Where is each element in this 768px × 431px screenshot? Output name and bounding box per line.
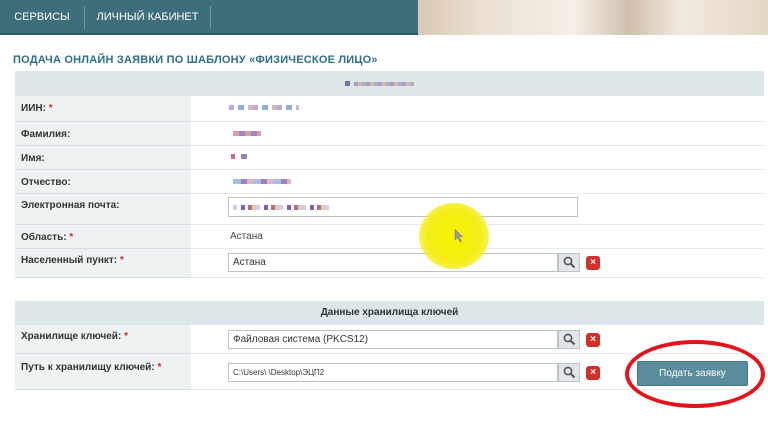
first-name-label-cell: Имя: bbox=[15, 146, 191, 170]
masked-value bbox=[233, 131, 261, 136]
first-name-value bbox=[191, 146, 764, 170]
close-icon: × bbox=[590, 367, 596, 378]
first-name-label: Имя: bbox=[21, 153, 45, 164]
masked-text bbox=[345, 81, 350, 86]
region-row: Область: * Астана bbox=[15, 225, 764, 249]
masked-text bbox=[354, 82, 414, 86]
iin-value bbox=[191, 96, 764, 122]
region-value: Астана bbox=[230, 231, 263, 242]
page-title: ПОДАЧА ОНЛАЙН ЗАЯВКИ ПО ШАБЛОНУ «ФИЗИЧЕС… bbox=[13, 54, 378, 66]
patronymic-label: Отчество: bbox=[21, 177, 71, 188]
patronymic-label-cell: Отчество: bbox=[15, 170, 191, 194]
surname-row: Фамилия: bbox=[15, 122, 764, 146]
text-cursor-icon bbox=[454, 229, 463, 243]
close-icon: × bbox=[590, 334, 596, 345]
surname-label: Фамилия: bbox=[21, 129, 71, 140]
masked-value bbox=[231, 154, 247, 159]
first-name-row: Имя: bbox=[15, 146, 764, 170]
nav-personal-cabinet[interactable]: ЛИЧНЫЙ КАБИНЕТ bbox=[85, 0, 210, 35]
search-icon bbox=[563, 366, 576, 379]
keystore-path-clear-button[interactable]: × bbox=[586, 366, 600, 380]
header-banner-image bbox=[418, 0, 768, 35]
patronymic-row: Отчество: bbox=[15, 170, 764, 194]
keystore-header: Данные хранилища ключей bbox=[15, 301, 764, 325]
keystore-type-label-cell: Хранилище ключей: * bbox=[15, 325, 191, 354]
region-label: Область: bbox=[21, 232, 67, 243]
masked-value bbox=[233, 205, 333, 210]
locality-label-cell: Населенный пункт: * bbox=[15, 249, 191, 278]
nav-bar: СЕРВИСЫ ЛИЧНЫЙ КАБИНЕТ bbox=[0, 0, 768, 35]
region-label-cell: Область: * bbox=[15, 225, 191, 249]
iin-label: ИИН: bbox=[21, 103, 46, 114]
masked-value bbox=[233, 179, 291, 184]
annotation-highlight-circle bbox=[625, 340, 765, 408]
required-marker: * bbox=[124, 331, 128, 342]
search-icon bbox=[563, 333, 576, 346]
nav-services[interactable]: СЕРВИСЫ bbox=[0, 0, 84, 35]
surname-label-cell: Фамилия: bbox=[15, 122, 191, 146]
keystore-type-label: Хранилище ключей: bbox=[21, 331, 122, 342]
keystore-path-browse-button[interactable] bbox=[558, 363, 580, 382]
required-marker: * bbox=[69, 232, 74, 243]
patronymic-value bbox=[191, 170, 764, 194]
personal-data-header bbox=[15, 71, 764, 96]
iin-row: ИИН: * bbox=[15, 96, 764, 122]
keystore-type-search-button[interactable] bbox=[558, 330, 580, 349]
nav-divider bbox=[210, 6, 211, 29]
keystore-path-label: Путь к хранилищу ключей: bbox=[21, 362, 155, 373]
keystore-path-label-cell: Путь к хранилищу ключей: * bbox=[15, 354, 191, 390]
search-icon bbox=[563, 256, 576, 269]
locality-search-button[interactable] bbox=[558, 253, 580, 272]
top-navigation: СЕРВИСЫ ЛИЧНЫЙ КАБИНЕТ bbox=[0, 0, 768, 40]
close-icon: × bbox=[590, 257, 596, 268]
email-label: Электронная почта: bbox=[21, 200, 120, 211]
required-marker: * bbox=[157, 362, 162, 373]
masked-value bbox=[229, 105, 299, 110]
keystore-path-field[interactable]: C:\Users\ \Desktop\ЭЦП2 bbox=[228, 363, 558, 382]
locality-field[interactable]: Астана bbox=[228, 253, 558, 272]
email-row: Электронная почта: bbox=[15, 194, 764, 225]
email-field[interactable] bbox=[228, 197, 578, 217]
cursor-highlight bbox=[419, 203, 489, 269]
keystore-type-field[interactable]: Файловая система (PKCS12) bbox=[228, 330, 558, 349]
required-marker: * bbox=[119, 255, 124, 266]
required-marker: * bbox=[48, 103, 53, 114]
keystore-type-clear-button[interactable]: × bbox=[586, 333, 600, 347]
locality-clear-button[interactable]: × bbox=[586, 256, 600, 270]
locality-row: Населенный пункт: * Астана × bbox=[15, 249, 764, 278]
surname-value bbox=[191, 122, 764, 146]
email-label-cell: Электронная почта: bbox=[15, 194, 191, 225]
locality-label: Населенный пункт: bbox=[21, 255, 118, 266]
iin-label-cell: ИИН: * bbox=[15, 96, 191, 122]
